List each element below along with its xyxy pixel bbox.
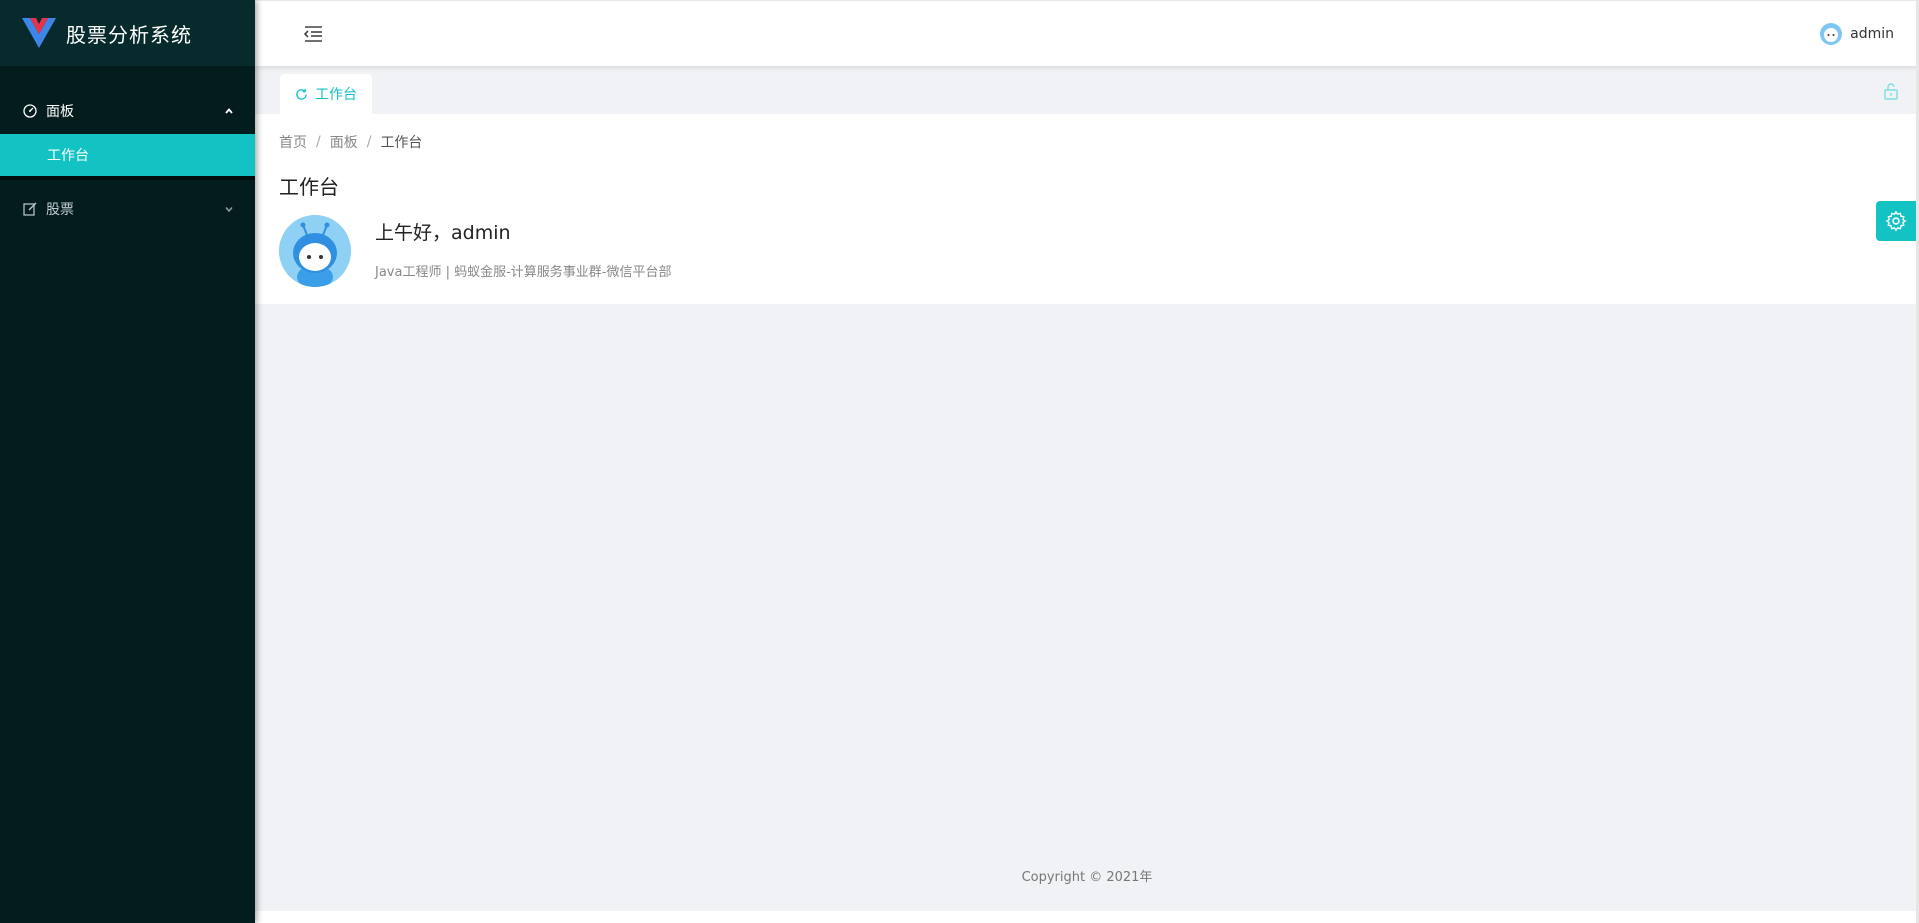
- username: admin: [1850, 26, 1894, 42]
- welcome-card: 上午好，admin Java工程师 | 蚂蚁金服-计算服务事业群-微信平台部: [279, 215, 1895, 287]
- greeting: 上午好，admin: [375, 222, 511, 244]
- sidebar: 股票分析系统 面板 工作台 股票: [0, 0, 255, 923]
- menu-group-label: 面板: [46, 104, 74, 120]
- edit-icon: [22, 201, 38, 217]
- breadcrumb-separator: /: [366, 134, 372, 150]
- tabs-bar: 工作台: [255, 66, 1919, 114]
- user-description: Java工程师 | 蚂蚁金服-计算服务事业群-微信平台部: [375, 265, 672, 280]
- breadcrumb-dashboard[interactable]: 面板: [330, 132, 358, 152]
- logo-area[interactable]: 股票分析系统: [0, 0, 255, 66]
- tab-label: 工作台: [315, 87, 357, 103]
- avatar: [279, 215, 351, 287]
- settings-drawer-button[interactable]: [1876, 201, 1916, 241]
- page-header: 首页 / 面板 / 工作台 工作台 上午好，admin Java工程师 | 蚂蚁…: [255, 114, 1919, 304]
- top-header: admin: [255, 0, 1919, 66]
- sidebar-menu: 面板 工作台 股票: [0, 88, 255, 232]
- footer-copyright: Copyright © 2021年: [1021, 870, 1153, 885]
- tab-workbench[interactable]: 工作台: [280, 74, 372, 114]
- bottom-strip: [255, 911, 1919, 923]
- sidebar-item-label: 工作台: [47, 148, 89, 164]
- menu-group-stock[interactable]: 股票: [0, 186, 255, 232]
- breadcrumb: 首页 / 面板 / 工作台: [279, 132, 1895, 152]
- breadcrumb-home[interactable]: 首页: [279, 132, 307, 152]
- breadcrumb-separator: /: [316, 134, 321, 150]
- unlock-icon[interactable]: [1883, 82, 1899, 100]
- page-title: 工作台: [279, 175, 339, 199]
- avatar: [1820, 23, 1843, 45]
- breadcrumb-current: 工作台: [380, 135, 423, 151]
- menu-group-dashboard[interactable]: 面板: [0, 88, 255, 134]
- user-menu[interactable]: admin: [1820, 23, 1894, 45]
- vue-logo-icon: [22, 18, 56, 48]
- menu-group-label: 股票: [46, 202, 74, 218]
- app-title: 股票分析系统: [66, 22, 192, 47]
- gear-icon: [1885, 210, 1907, 232]
- menu-fold-icon: [303, 25, 322, 42]
- chevron-up-icon: [225, 108, 233, 114]
- menu-fold-button[interactable]: [302, 23, 324, 45]
- chevron-down-icon: [225, 207, 233, 213]
- dashboard-icon: [22, 103, 38, 119]
- welcome-text: 上午好，admin Java工程师 | 蚂蚁金服-计算服务事业群-微信平台部: [375, 215, 672, 287]
- sidebar-item-workbench[interactable]: 工作台: [0, 134, 255, 176]
- reload-icon: [296, 88, 307, 100]
- submenu: 工作台: [0, 134, 255, 180]
- main-content: 工作台 首页 / 面板 / 工作台 工作台 上午好，admin Java工程师 …: [255, 66, 1919, 923]
